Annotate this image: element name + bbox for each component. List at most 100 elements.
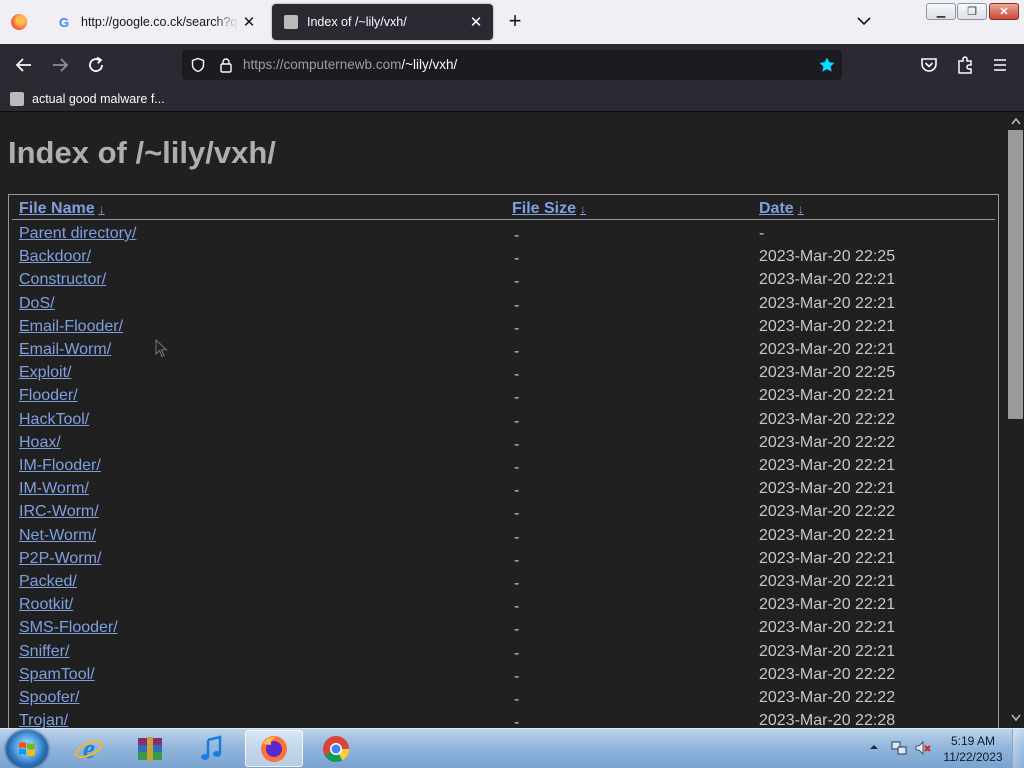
firefox-view-icon[interactable]	[11, 14, 27, 30]
directory-link[interactable]: Rootkit/	[19, 596, 73, 614]
tab-index-listing[interactable]: Index of /~lily/vxh/ ✕	[272, 4, 493, 40]
back-arrow-icon[interactable]	[12, 53, 36, 77]
directory-link[interactable]: Hoax/	[19, 434, 61, 452]
taskbar-firefox[interactable]	[245, 730, 303, 767]
minimize-button[interactable]: ▁	[926, 3, 956, 20]
table-row: DoS/ - 2023-Mar-20 22:21	[9, 292, 998, 315]
show-desktop-button[interactable]	[1012, 729, 1024, 768]
directory-link[interactable]: SpamTool/	[19, 666, 95, 684]
file-size-cell: -	[514, 551, 520, 569]
directory-link[interactable]: HackTool/	[19, 411, 89, 429]
date-cell: 2023-Mar-20 22:21	[759, 480, 896, 498]
system-clock[interactable]: 5:19 AM 11/22/2023	[938, 733, 1008, 765]
file-size-cell: -	[514, 250, 520, 268]
directory-link[interactable]: SMS-Flooder/	[19, 619, 118, 637]
bookmark-star-icon[interactable]	[818, 56, 836, 74]
table-row: SMS-Flooder/ - 2023-Mar-20 22:21	[9, 616, 998, 639]
forward-arrow-icon[interactable]	[48, 53, 72, 77]
directory-link[interactable]: Email-Flooder/	[19, 318, 123, 336]
directory-link[interactable]: IM-Flooder/	[19, 457, 101, 475]
internet-explorer-icon: e	[75, 734, 103, 764]
extensions-puzzle-icon[interactable]	[953, 53, 977, 77]
table-row: IM-Flooder/ - 2023-Mar-20 22:21	[9, 454, 998, 477]
bookmarks-toolbar: actual good malware f...	[0, 86, 1024, 112]
scroll-down-arrow-icon[interactable]	[1011, 714, 1021, 722]
table-row: Email-Flooder/ - 2023-Mar-20 22:21	[9, 315, 998, 338]
date-cell: 2023-Mar-20 22:21	[759, 573, 896, 590]
directory-link[interactable]: Sniffer/	[19, 643, 69, 661]
pocket-icon[interactable]	[917, 53, 941, 77]
tab-title: Index of /~lily/vxh/	[307, 15, 407, 29]
date-cell: 2023-Mar-20 22:25	[759, 364, 896, 382]
directory-link[interactable]: Backdoor/	[19, 248, 91, 266]
restore-button[interactable]: ❐	[957, 3, 987, 20]
taskbar-chrome[interactable]	[307, 730, 365, 767]
tab-google-search[interactable]: G http://google.co.ck/search?q=h ✕	[44, 4, 266, 40]
url-path: /~lily/vxh/	[401, 57, 458, 72]
date-cell: 2023-Mar-20 22:21	[759, 526, 896, 544]
volume-muted-icon[interactable]	[914, 739, 932, 757]
show-hidden-icons-icon[interactable]	[868, 742, 880, 752]
file-size-cell: -	[514, 273, 520, 291]
url-text[interactable]: https://computernewb.com/~lily/vxh/	[243, 57, 457, 72]
column-header-file-name[interactable]: File Name ↓	[19, 200, 105, 218]
network-icon[interactable]	[890, 739, 908, 757]
file-size-cell: -	[514, 227, 520, 244]
file-size-cell: -	[514, 528, 520, 546]
date-cell: 2023-Mar-20 22:21	[759, 317, 896, 335]
close-window-button[interactable]: ✕	[989, 3, 1019, 20]
directory-link[interactable]: IM-Worm/	[19, 480, 89, 498]
file-size-cell: -	[514, 319, 520, 337]
date-cell: 2023-Mar-20 22:21	[759, 549, 896, 567]
table-row: SpamTool/ - 2023-Mar-20 22:22	[9, 663, 998, 686]
tracking-protection-shield-icon[interactable]	[190, 57, 206, 73]
lock-icon[interactable]	[218, 57, 234, 73]
column-header-file-size[interactable]: File Size ↓	[512, 200, 586, 218]
scroll-up-arrow-icon[interactable]	[1011, 117, 1021, 125]
date-cell: -	[759, 225, 765, 242]
new-tab-button[interactable]: +	[503, 10, 527, 34]
directory-link[interactable]: Flooder/	[19, 387, 78, 405]
date-cell: 2023-Mar-20 22:21	[759, 294, 896, 312]
winrar-icon	[138, 736, 162, 761]
table-row: Constructor/ - 2023-Mar-20 22:21	[9, 268, 998, 291]
taskbar-winrar[interactable]	[121, 730, 179, 767]
clock-time: 5:19 AM	[950, 734, 996, 748]
directory-link[interactable]: Constructor/	[19, 271, 106, 289]
close-tab-icon[interactable]: ✕	[465, 13, 487, 31]
date-cell: 2023-Mar-20 22:21	[759, 457, 896, 474]
url-scheme-host: https://computernewb.com	[243, 57, 402, 72]
file-listing-table: File Name ↓ File Size ↓ Date ↓ Parent direc…	[8, 194, 999, 728]
directory-link[interactable]: Trojan/	[19, 712, 68, 728]
directory-link[interactable]: Spoofer/	[19, 689, 79, 707]
close-tab-icon[interactable]: ✕	[238, 13, 260, 31]
reload-icon[interactable]	[84, 53, 108, 77]
vertical-scrollbar[interactable]	[1007, 113, 1024, 728]
windows-logo-icon	[19, 742, 35, 756]
date-cell: 2023-Mar-20 22:22	[759, 689, 896, 706]
start-button[interactable]	[6, 730, 48, 768]
column-header-date[interactable]: Date ↓	[759, 200, 804, 218]
directory-link[interactable]: Parent directory/	[19, 225, 136, 243]
date-cell: 2023-Mar-20 22:22	[759, 665, 896, 683]
directory-link[interactable]: Email-Worm/	[19, 341, 111, 359]
directory-link[interactable]: Net-Worm/	[19, 527, 96, 545]
directory-link[interactable]: Packed/	[19, 573, 77, 591]
taskbar-internet-explorer[interactable]: e	[60, 730, 118, 767]
scrollbar-thumb[interactable]	[1008, 130, 1023, 419]
file-size-cell: -	[514, 714, 520, 728]
directory-link[interactable]: IRC-Worm/	[19, 503, 99, 521]
table-row: Net-Worm/ - 2023-Mar-20 22:21	[9, 524, 998, 547]
address-bar[interactable]: https://computernewb.com/~lily/vxh/	[182, 50, 842, 80]
table-row: Flooder/ - 2023-Mar-20 22:21	[9, 384, 998, 407]
file-size-cell: -	[514, 296, 520, 314]
table-row: HackTool/ - 2023-Mar-20 22:22	[9, 408, 998, 431]
directory-link[interactable]: DoS/	[19, 295, 55, 313]
directory-link[interactable]: Exploit/	[19, 364, 71, 382]
chevron-down-icon[interactable]	[854, 11, 874, 31]
directory-link[interactable]: P2P-Worm/	[19, 550, 101, 568]
taskbar-itunes[interactable]	[183, 730, 241, 767]
bookmark-item[interactable]: actual good malware f...	[10, 89, 165, 109]
hamburger-menu-icon[interactable]	[988, 53, 1012, 77]
page-icon	[10, 92, 24, 106]
